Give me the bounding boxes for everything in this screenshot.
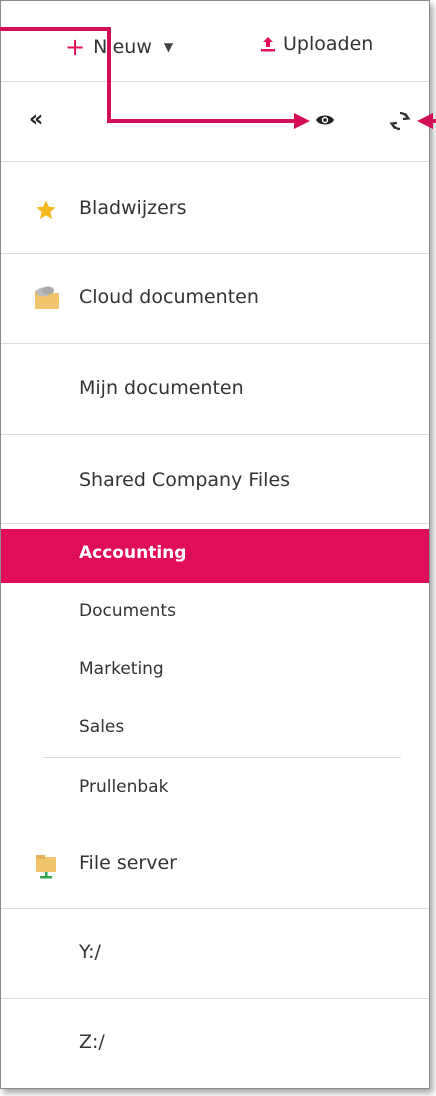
divider [1, 343, 429, 344]
star-icon [36, 200, 56, 219]
nav-item-label: Bladwijzers [79, 197, 187, 219]
cloud-folder-icon [35, 286, 59, 309]
divider [1, 253, 429, 254]
nav-item-label: Shared Company Files [79, 469, 291, 491]
nav-item-label: File server [79, 852, 177, 874]
annotation-line [107, 27, 111, 123]
nav-item-label: Mijn documenten [79, 377, 244, 399]
divider [43, 757, 401, 758]
nav-item-label: Cloud documenten [79, 286, 259, 308]
divider [1, 161, 429, 162]
nav-item-label: Z:/ [79, 1031, 105, 1053]
collapse-panel-button[interactable]: « [29, 107, 43, 132]
new-button-label: Nieuw [93, 36, 152, 58]
network-folder-icon [36, 855, 56, 879]
annotation-arrowhead-icon [294, 113, 310, 129]
file-navigation-panel: + Nieuw ▼ Uploaden « Bladwijzers Cloud d… [0, 0, 430, 1089]
divider [1, 434, 429, 435]
divider [1, 998, 429, 999]
new-dropdown-button[interactable]: + Nieuw ▼ [65, 33, 173, 61]
upload-button[interactable]: Uploaden [259, 33, 373, 55]
sub-item-label: Marketing [79, 659, 164, 679]
refresh-icon[interactable] [389, 110, 411, 132]
nav-item-label: Y:/ [79, 941, 101, 963]
upload-icon [261, 37, 275, 52]
divider [1, 908, 429, 909]
sub-item-label: Sales [79, 717, 125, 737]
divider [1, 81, 429, 82]
sub-item-label: Prullenbak [79, 777, 169, 797]
upload-button-label: Uploaden [283, 33, 374, 55]
annotation-line [0, 27, 110, 31]
toolbar: + Nieuw ▼ Uploaden [1, 29, 429, 63]
sub-item-accounting[interactable]: Accounting [1, 529, 429, 583]
plus-icon: + [65, 33, 86, 61]
annotation-line [430, 119, 436, 123]
eye-icon[interactable] [315, 113, 335, 127]
annotation-line [107, 119, 297, 123]
sub-item-label: Documents [79, 601, 176, 621]
divider [1, 523, 429, 524]
caret-down-icon: ▼ [163, 40, 174, 54]
sub-item-label: Accounting [79, 543, 187, 563]
